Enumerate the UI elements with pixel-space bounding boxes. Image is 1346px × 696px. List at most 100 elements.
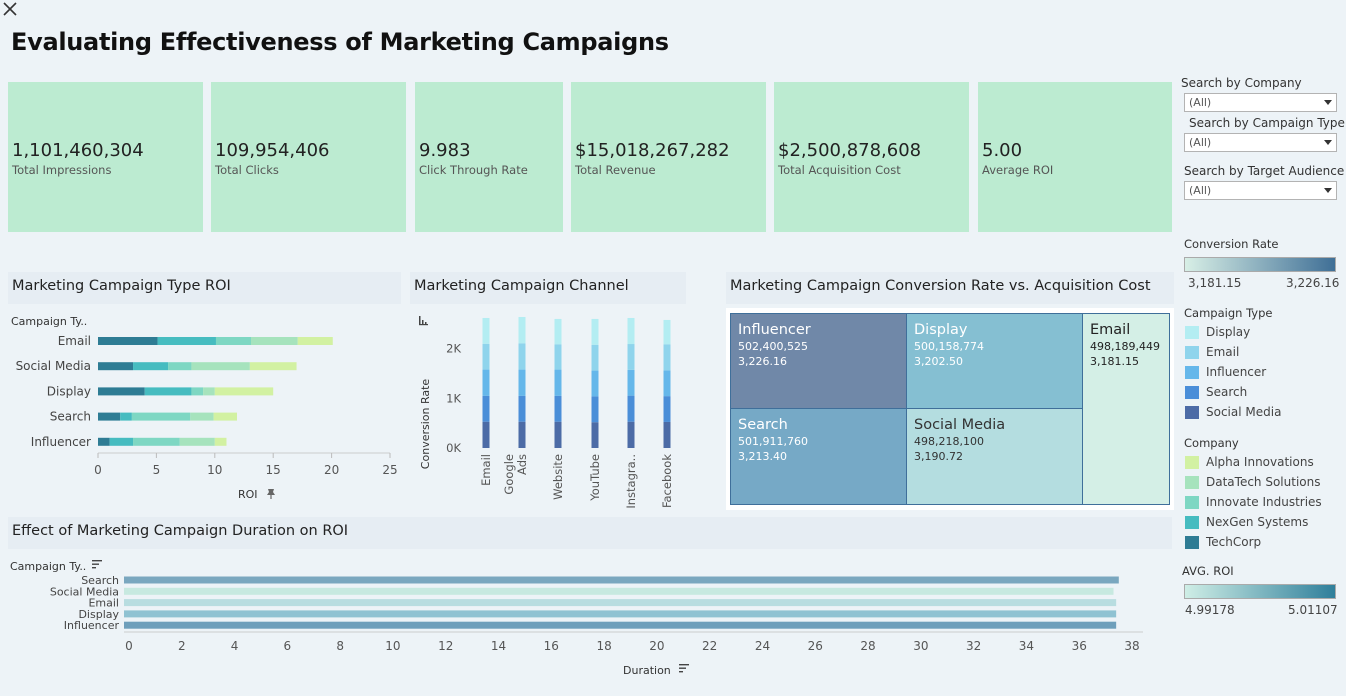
legend-label: Email <box>1206 345 1240 359</box>
roi-bar-segment[interactable] <box>213 412 237 421</box>
channel-bar-segment[interactable] <box>554 318 562 345</box>
treemap-cell-display[interactable]: Display 500,158,774 3,202.50 <box>906 313 1083 409</box>
roi-bar-segment[interactable] <box>109 437 134 446</box>
channel-bar-segment[interactable] <box>591 318 599 345</box>
roi-bar-segment[interactable] <box>98 337 158 345</box>
sort-icon[interactable] <box>679 664 689 673</box>
treemap-cell-social-media[interactable]: Social Media 498,218,100 3,190.72 <box>906 408 1083 505</box>
roi-bar-segment[interactable] <box>297 337 333 345</box>
roi-axis-title: ROI <box>238 488 258 501</box>
roi-bar-segment[interactable] <box>191 387 204 396</box>
channel-bar-segment[interactable] <box>482 343 490 370</box>
channel-bar-segment[interactable] <box>663 319 671 345</box>
duration-tick-label: 34 <box>1019 639 1034 653</box>
roi-bar-segment[interactable] <box>191 362 250 371</box>
channel-bar-segment[interactable] <box>554 395 562 422</box>
channel-chart[interactable]: Conversion Rate 0K 1K 2K Email Google Ads Webs… <box>410 306 686 512</box>
filter-campaign-type-label: Search by Campaign Type <box>1189 116 1345 130</box>
duration-panel-title: Effect of Marketing Campaign Duration on… <box>8 517 1172 549</box>
roi-bar-segment[interactable] <box>120 412 132 421</box>
treemap-cell-email[interactable]: Email 498,189,449 3,181.15 <box>1082 313 1170 505</box>
roi-bar-segment[interactable] <box>98 437 110 446</box>
roi-bar-segment[interactable] <box>133 362 169 371</box>
roi-bar-segment[interactable] <box>251 337 298 345</box>
roi-bar-segment[interactable] <box>98 362 134 371</box>
channel-bar-segment[interactable] <box>518 395 526 422</box>
sort-icon[interactable] <box>419 316 428 326</box>
roi-chart[interactable]: Campaign Ty.. Email Social Media Display Se… <box>8 306 402 506</box>
filter-target-audience-select[interactable]: (All) <box>1184 181 1337 200</box>
roi-tick-label: 15 <box>266 463 281 477</box>
kpi-total-revenue[interactable]: $15,018,267,282 Total Revenue <box>571 82 766 232</box>
duration-chart[interactable]: Campaign Ty.. SearchSocial MediaEmailDis… <box>8 552 1172 684</box>
channel-bar-segment[interactable] <box>518 343 526 370</box>
kpi-average-roi[interactable]: 5.00 Average ROI <box>978 82 1172 232</box>
roi-bar-segment[interactable] <box>214 387 274 396</box>
channel-bar-segment[interactable] <box>627 317 635 345</box>
roi-bar-segment[interactable] <box>144 387 192 396</box>
duration-bar[interactable] <box>124 621 1117 629</box>
roi-bar-segment[interactable] <box>168 362 192 371</box>
channel-bar-segment[interactable] <box>591 370 599 397</box>
channel-bar-segment[interactable] <box>482 369 490 396</box>
roi-bar-segment[interactable] <box>203 387 215 396</box>
filter-target-audience-label: Search by Target Audience <box>1184 164 1345 178</box>
roi-bar-segment[interactable] <box>179 437 215 446</box>
roi-bar-segment[interactable] <box>214 437 227 446</box>
channel-bar-segment[interactable] <box>663 396 671 422</box>
kpi-label: Click Through Rate <box>419 163 528 177</box>
channel-bar-segment[interactable] <box>663 344 671 371</box>
channel-bar-segment[interactable] <box>482 421 490 448</box>
channel-bar-segment[interactable] <box>591 396 599 423</box>
filter-target-audience-value: (All) <box>1189 184 1212 197</box>
roi-bar-segment[interactable] <box>98 387 145 396</box>
channel-bar-segment[interactable] <box>554 369 562 396</box>
treemap-chart[interactable]: Influencer 502,400,525 3,226.16 Display 500,… <box>726 308 1174 510</box>
channel-bar-segment[interactable] <box>554 344 562 370</box>
duration-bar[interactable] <box>124 610 1117 618</box>
channel-bar-segment[interactable] <box>518 421 526 448</box>
channel-bar-segment[interactable] <box>518 369 526 396</box>
roi-bar-segment[interactable] <box>157 337 216 345</box>
channel-bar-segment[interactable] <box>627 369 635 396</box>
channel-bar-segment[interactable] <box>591 422 599 448</box>
roi-bar-segment[interactable] <box>133 437 180 446</box>
roi-bar-segment[interactable] <box>215 337 252 345</box>
channel-bar-segment[interactable] <box>482 317 490 344</box>
kpi-total-clicks[interactable]: 109,954,406 Total Clicks <box>211 82 406 232</box>
kpi-total-acquisition-cost[interactable]: $2,500,878,608 Total Acquisition Cost <box>774 82 969 232</box>
duration-bar[interactable] <box>124 587 1114 595</box>
kpi-total-impressions[interactable]: 1,101,460,304 Total Impressions <box>8 82 203 232</box>
channel-bar-segment[interactable] <box>627 421 635 448</box>
close-icon[interactable] <box>1 0 19 18</box>
channel-bar-segment[interactable] <box>518 316 526 344</box>
sort-icon[interactable] <box>92 560 102 569</box>
channel-bar-segment[interactable] <box>627 395 635 422</box>
channel-bar-segment[interactable] <box>482 395 490 422</box>
legend-swatch <box>1185 496 1199 509</box>
kpi-click-through-rate[interactable]: 9.983 Click Through Rate <box>415 82 563 232</box>
treemap-cell-influencer[interactable]: Influencer 502,400,525 3,226.16 <box>730 313 907 409</box>
roi-bar-segment[interactable] <box>98 412 121 421</box>
channel-axis-title: Conversion Rate <box>419 379 432 470</box>
duration-bar[interactable] <box>124 576 1119 584</box>
channel-category-label: YouTube <box>588 454 602 502</box>
channel-bar-segment[interactable] <box>591 344 599 371</box>
treemap-cell-search[interactable]: Search 501,911,760 3,213.40 <box>730 408 907 505</box>
treemap-cell-cost: 498,218,100 <box>914 435 984 448</box>
duration-bar[interactable] <box>124 599 1117 607</box>
legend-label: DataTech Solutions <box>1206 475 1321 489</box>
roi-bar-segment[interactable] <box>249 362 297 371</box>
roi-bar-segment[interactable] <box>131 412 191 421</box>
roi-bar-segment[interactable] <box>190 412 214 421</box>
channel-bar-segment[interactable] <box>663 421 671 448</box>
roi-category-label: Search <box>50 410 91 424</box>
chevron-down-icon <box>1324 188 1332 193</box>
channel-bar-segment[interactable] <box>554 421 562 448</box>
filter-campaign-type-select[interactable]: (All) <box>1184 133 1337 152</box>
filter-company-select[interactable]: (All) <box>1184 93 1337 112</box>
pin-icon[interactable] <box>267 489 275 499</box>
channel-bar-segment[interactable] <box>663 370 671 397</box>
channel-bar-segment[interactable] <box>627 344 635 370</box>
duration-tick-label: 30 <box>913 639 928 653</box>
